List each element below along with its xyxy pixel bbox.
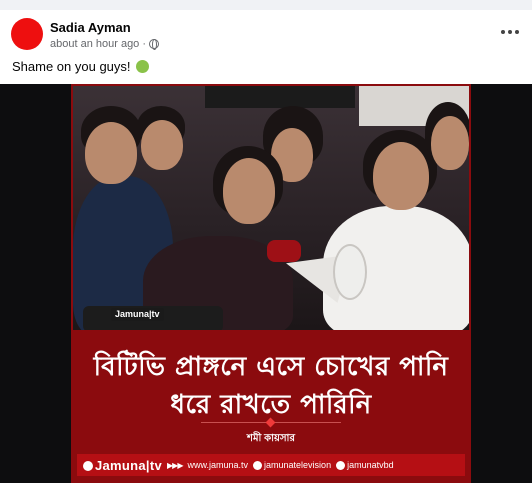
youtube-handle: jamunatvbd — [347, 460, 394, 470]
post-meta: about an hour ago · — [50, 38, 159, 50]
reporter-name: শমী কায়সার — [247, 433, 295, 444]
caption-text: Shame on you guys! — [12, 59, 131, 74]
mic-logo: Jamuna|tv — [111, 308, 164, 321]
post-media[interactable]: Jamuna|tv বিটিভি প্রাঙ্গনে এসে চোখের পান… — [0, 84, 532, 483]
chevron-right-icon: ▶▶▶ — [167, 460, 184, 470]
facebook-icon — [253, 460, 263, 470]
facebook-post: Sadia Ayman about an hour ago · Shame on… — [0, 10, 532, 483]
more-dot-icon — [501, 30, 505, 34]
more-options-button[interactable] — [498, 22, 522, 42]
more-dot-icon — [508, 30, 512, 34]
website-text: www.jamuna.tv — [187, 460, 249, 470]
facebook-handle: jamunatelevision — [264, 460, 332, 470]
globe-icon[interactable] — [148, 39, 159, 50]
megaphone — [255, 236, 367, 306]
jamuna-logo-icon — [83, 460, 93, 471]
channel-footer-bar: Jamuna|tv ▶▶▶ www.jamuna.tv jamunatelevi… — [77, 454, 465, 476]
more-dot-icon — [515, 30, 519, 34]
nauseated-face-emoji-icon — [136, 60, 150, 73]
news-card-image[interactable]: Jamuna|tv বিটিভি প্রাঙ্গনে এসে চোখের পান… — [71, 84, 471, 483]
author-name[interactable]: Sadia Ayman — [50, 20, 131, 35]
post-caption: Shame on you guys! — [12, 59, 150, 74]
post-timestamp[interactable]: about an hour ago — [50, 38, 139, 50]
jamuna-tv-logo: Jamuna|tv — [83, 458, 162, 473]
protest-photo: Jamuna|tv — [73, 86, 469, 330]
youtube-icon — [336, 460, 346, 470]
avatar[interactable] — [11, 18, 43, 50]
